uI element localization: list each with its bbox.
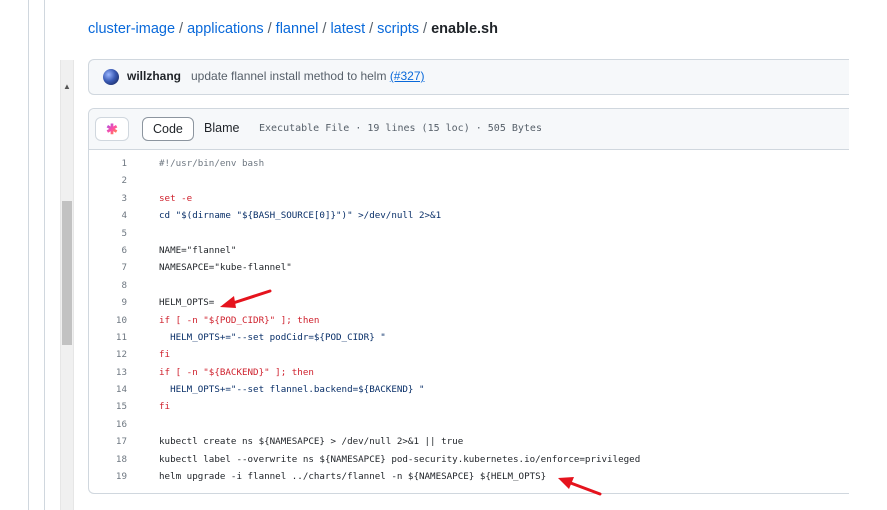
code-line: 14 HELM_OPTS+="--set flannel.backend=${B… xyxy=(89,381,849,398)
code-line: 6 NAME="flannel" xyxy=(89,242,849,259)
file-viewer: ✱ Code Blame Executable File · 19 lines … xyxy=(88,108,849,494)
code-line: 1 #!/usr/bin/env bash xyxy=(89,155,849,172)
code-line: 18 kubectl label --overwrite ns ${NAMESAP… xyxy=(89,451,849,468)
line-number[interactable]: 16 xyxy=(89,416,127,433)
code-line: 5 xyxy=(89,225,849,242)
commit-message[interactable]: update flannel install method to helm (#… xyxy=(191,69,425,83)
breadcrumb-separator: / xyxy=(322,21,327,37)
breadcrumb-flannel-link[interactable]: flannel xyxy=(276,21,319,37)
code-line: 15 fi xyxy=(89,398,849,415)
line-number[interactable]: 12 xyxy=(89,346,127,363)
line-number[interactable]: 15 xyxy=(89,398,127,415)
code-text: if [ -n "${BACKEND}" ]; then xyxy=(159,366,314,378)
breadcrumb-applications-link[interactable]: applications xyxy=(187,21,264,37)
line-number[interactable]: 3 xyxy=(89,190,127,207)
code-text: HELM_OPTS+="--set podCidr=${POD_CIDR} " xyxy=(159,331,386,343)
code-line: 17 kubectl create ns ${NAMESAPCE} > /dev/… xyxy=(89,433,849,450)
breadcrumb-latest-link[interactable]: latest xyxy=(330,21,365,37)
code-text: kubectl create ns ${NAMESAPCE} > /dev/nu… xyxy=(159,436,464,448)
breadcrumb-scripts-link[interactable]: scripts xyxy=(377,21,419,37)
line-number[interactable]: 8 xyxy=(89,277,127,294)
code-line: 11 HELM_OPTS+="--set podCidr=${POD_CIDR}… xyxy=(89,329,849,346)
line-number[interactable]: 10 xyxy=(89,312,127,329)
code-text: if [ -n "${POD_CIDR}" ]; then xyxy=(159,314,320,326)
line-number[interactable]: 2 xyxy=(89,172,127,189)
file-info: Executable File · 19 lines (15 loc) · 50… xyxy=(259,123,542,134)
code-text: kubectl label --overwrite ns ${NAMESAPCE… xyxy=(159,453,641,465)
line-number[interactable]: 9 xyxy=(89,294,127,311)
code-line: 13 if [ -n "${BACKEND}" ]; then xyxy=(89,364,849,381)
latest-commit-box: willzhang update flannel install method … xyxy=(88,59,849,95)
line-number[interactable]: 18 xyxy=(89,451,127,468)
code-line: 4 cd "$(dirname "${BASH_SOURCE[0]}")" >/d… xyxy=(89,207,849,224)
tab-blame[interactable]: Blame xyxy=(194,117,249,139)
left-border-line xyxy=(28,0,29,510)
left-border-line-2 xyxy=(44,0,45,510)
line-number[interactable]: 14 xyxy=(89,381,127,398)
code-text: fi xyxy=(159,401,171,413)
code-line: 12 fi xyxy=(89,346,849,363)
line-number[interactable]: 11 xyxy=(89,329,127,346)
code-line: 19 helm upgrade -i flannel ../charts/flan… xyxy=(89,468,849,485)
breadcrumb-current-file: enable.sh xyxy=(431,21,498,37)
line-number[interactable]: 1 xyxy=(89,155,127,172)
code-text: HELM_OPTS= xyxy=(159,297,215,309)
tab-code[interactable]: Code xyxy=(142,117,194,141)
avatar[interactable] xyxy=(103,69,119,85)
code-text: #!/usr/bin/env bash xyxy=(159,158,265,169)
file-header: ✱ Code Blame Executable File · 19 lines … xyxy=(89,109,849,150)
scroll-thumb[interactable] xyxy=(62,201,72,345)
breadcrumb-separator: / xyxy=(423,21,428,37)
copilot-button[interactable]: ✱ xyxy=(95,117,129,141)
scroll-up-arrow-icon[interactable]: ▲ xyxy=(63,82,71,91)
breadcrumb-repo-link[interactable]: cluster-image xyxy=(88,21,175,37)
breadcrumb-separator: / xyxy=(179,21,184,37)
copilot-sparkle-icon: ✱ xyxy=(106,120,118,137)
annotation-arrow-icon xyxy=(220,289,272,308)
line-number[interactable]: 17 xyxy=(89,433,127,450)
code-line: 9 HELM_OPTS= xyxy=(89,294,849,311)
line-number[interactable]: 7 xyxy=(89,259,127,276)
breadcrumb-separator: / xyxy=(267,21,272,37)
code-line: 3 set -e xyxy=(89,190,849,207)
code-text: set -e xyxy=(159,192,193,204)
vertical-scrollbar[interactable]: ▲ xyxy=(60,60,74,510)
code-text: cd "$(dirname "${BASH_SOURCE[0]}")" >/de… xyxy=(159,210,442,222)
code-text: fi xyxy=(159,349,171,361)
annotation-arrow-icon xyxy=(558,477,602,496)
commit-message-text[interactable]: update flannel install method to helm xyxy=(191,69,386,83)
code-line: 2 xyxy=(89,172,849,189)
code-line: 16 xyxy=(89,416,849,433)
code-line: 7 NAMESAPCE="kube-flannel" xyxy=(89,259,849,276)
breadcrumb: cluster-image / applications / flannel / lates… xyxy=(88,20,498,38)
code-text: NAME="flannel" xyxy=(159,244,237,256)
code-text: HELM_OPTS+="--set flannel.backend=${BACK… xyxy=(159,384,425,396)
breadcrumb-separator: / xyxy=(369,21,374,37)
code-text: helm upgrade -i flannel ../charts/flanne… xyxy=(159,471,547,483)
line-number[interactable]: 19 xyxy=(89,468,127,485)
line-number[interactable]: 5 xyxy=(89,225,127,242)
line-number[interactable]: 13 xyxy=(89,364,127,381)
code-text: NAMESAPCE="kube-flannel" xyxy=(159,262,292,274)
code-line: 10 if [ -n "${POD_CIDR}" ]; then xyxy=(89,312,849,329)
code-view: 1 #!/usr/bin/env bash 2 3 set -e 4 cd "$(di… xyxy=(89,155,849,485)
commit-author[interactable]: willzhang xyxy=(127,69,181,83)
code-line: 8 xyxy=(89,277,849,294)
line-number[interactable]: 4 xyxy=(89,207,127,224)
line-number[interactable]: 6 xyxy=(89,242,127,259)
commit-pr-link[interactable]: (#327) xyxy=(390,69,425,83)
